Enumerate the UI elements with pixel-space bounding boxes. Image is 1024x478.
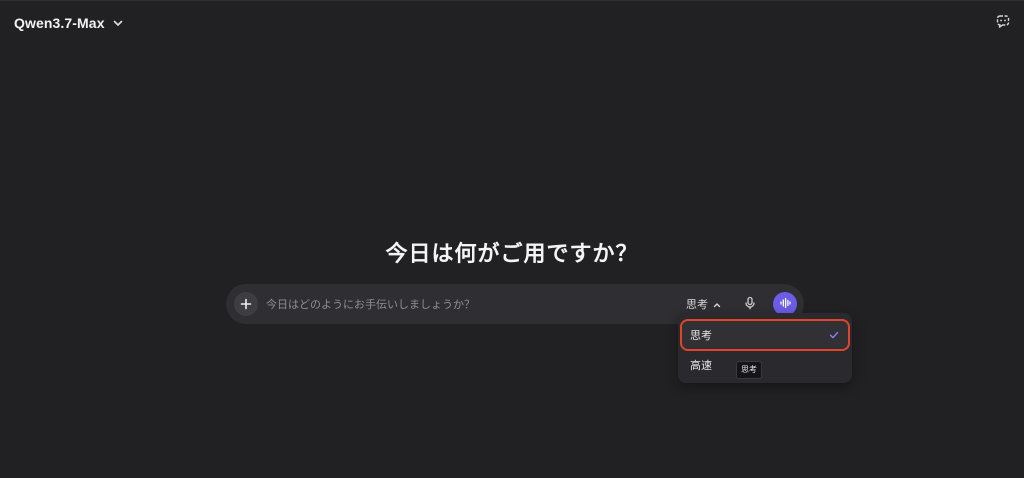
mode-dropdown-menu: 思考 高速 bbox=[678, 313, 852, 383]
attach-button[interactable] bbox=[234, 292, 258, 316]
temporary-chat-icon bbox=[995, 13, 1011, 33]
microphone-button[interactable] bbox=[740, 294, 760, 314]
temporary-chat-button[interactable] bbox=[992, 12, 1014, 34]
model-switcher[interactable]: Qwen3.7-Max bbox=[14, 12, 125, 34]
voice-wave-icon bbox=[778, 295, 792, 314]
top-divider bbox=[0, 0, 1024, 1]
microphone-icon bbox=[743, 295, 757, 314]
chevron-up-icon bbox=[712, 295, 722, 314]
mode-tooltip: 思考 bbox=[736, 361, 762, 379]
mode-option-thinking[interactable]: 思考 bbox=[680, 319, 850, 351]
mode-selector[interactable]: 思考 bbox=[686, 294, 722, 314]
prompt-input[interactable] bbox=[266, 292, 666, 316]
chevron-down-icon bbox=[111, 16, 125, 30]
mode-option-fast[interactable]: 高速 bbox=[682, 351, 848, 379]
mode-selector-label: 思考 bbox=[686, 298, 708, 311]
mode-option-label: 思考 bbox=[690, 329, 712, 342]
greeting-title: 今日は何がご用ですか？ bbox=[385, 242, 639, 267]
mode-option-label: 高速 bbox=[690, 359, 712, 372]
check-icon bbox=[828, 329, 840, 341]
plus-icon bbox=[240, 295, 252, 314]
model-name: Qwen3.7-Max bbox=[14, 15, 105, 31]
